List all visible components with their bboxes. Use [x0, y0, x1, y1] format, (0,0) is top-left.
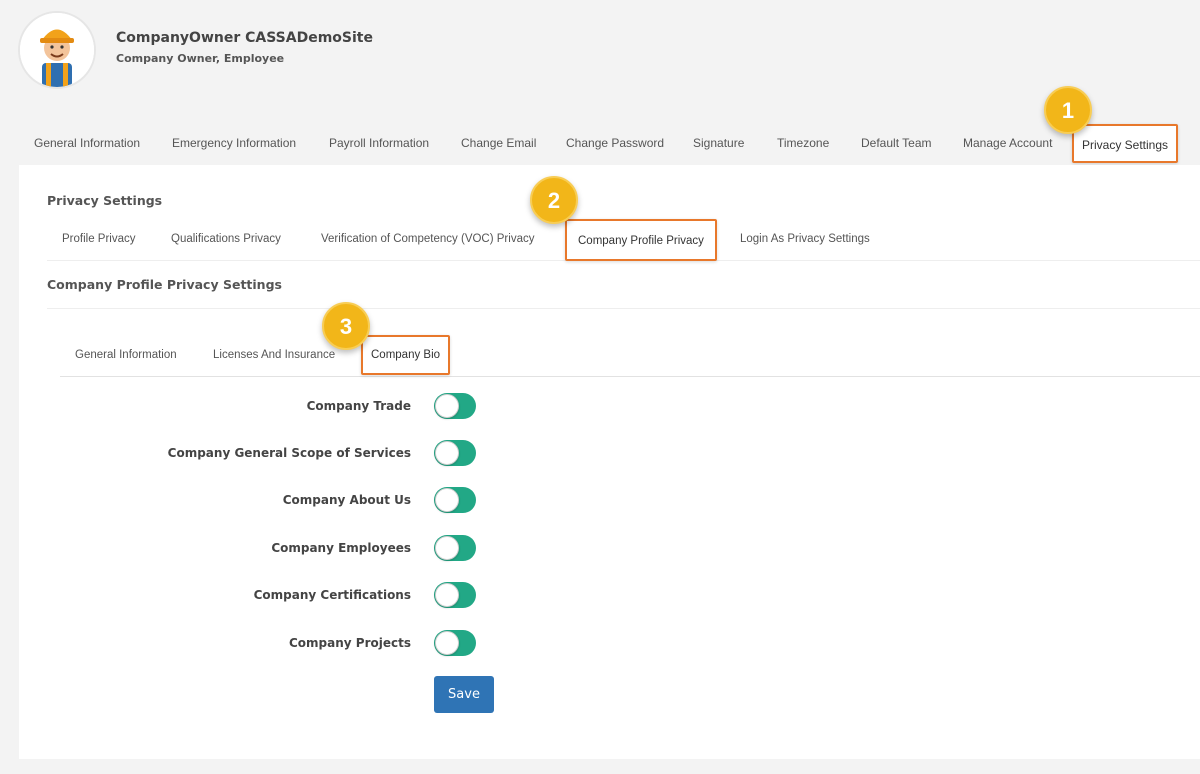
- tab-timezone[interactable]: Timezone: [777, 122, 829, 165]
- setting-label: Company Projects: [289, 636, 411, 650]
- privacy-sub-tabs: Profile Privacy Qualifications Privacy V…: [47, 217, 1200, 261]
- tab-company-bio[interactable]: Company Bio: [361, 335, 451, 375]
- company-profile-tabs: General Information Licenses And Insuran…: [60, 333, 1200, 377]
- privacy-settings-title: Privacy Settings: [47, 193, 163, 208]
- tab-login-as-privacy-settings[interactable]: Login As Privacy Settings: [740, 217, 870, 261]
- toggle-knob: [435, 583, 459, 607]
- toggle-knob: [435, 488, 459, 512]
- callout-badge-3: 3: [322, 302, 370, 350]
- setting-label: Company Employees: [271, 541, 411, 555]
- setting-company-trade: Company Trade: [19, 391, 519, 421]
- tab-privacy-settings[interactable]: Privacy Settings: [1072, 124, 1179, 163]
- company-certifications-toggle[interactable]: [434, 582, 476, 608]
- toggle-knob: [435, 631, 459, 655]
- profile-role: Company Owner, Employee: [116, 52, 285, 65]
- setting-label: Company General Scope of Services: [167, 446, 411, 460]
- tab-company-profile-privacy[interactable]: Company Profile Privacy: [565, 219, 717, 261]
- profile-text: CompanyOwner CASSADemoSite Company Owner…: [116, 30, 373, 65]
- toggle-knob: [435, 536, 459, 560]
- tab-qualifications-privacy[interactable]: Qualifications Privacy: [171, 217, 281, 261]
- toggle-knob: [435, 394, 459, 418]
- account-tabs: General Information Emergency Informatio…: [19, 122, 1200, 165]
- company-employees-toggle[interactable]: [434, 535, 476, 561]
- save-button[interactable]: Save: [434, 676, 494, 713]
- setting-label: Company About Us: [282, 493, 411, 507]
- tab-company-general-information[interactable]: General Information: [75, 333, 177, 377]
- callout-badge-1: 1: [1044, 86, 1092, 134]
- avatar[interactable]: [18, 11, 96, 89]
- company-trade-toggle[interactable]: [434, 393, 476, 419]
- profile-name: CompanyOwner CASSADemoSite: [116, 30, 373, 46]
- privacy-settings-panel: Privacy Settings Profile Privacy Qualifi…: [19, 165, 1200, 759]
- tab-default-team[interactable]: Default Team: [861, 122, 931, 165]
- tab-signature[interactable]: Signature: [693, 122, 744, 165]
- setting-company-projects: Company Projects: [19, 628, 519, 658]
- tab-emergency-information[interactable]: Emergency Information: [172, 122, 296, 165]
- tab-manage-account[interactable]: Manage Account: [963, 122, 1052, 165]
- company-about-us-toggle[interactable]: [434, 487, 476, 513]
- setting-company-about-us: Company About Us: [19, 485, 519, 515]
- company-profile-privacy-title: Company Profile Privacy Settings: [47, 277, 282, 292]
- setting-company-employees: Company Employees: [19, 533, 519, 563]
- toggle-knob: [435, 441, 459, 465]
- tab-voc-privacy[interactable]: Verification of Competency (VOC) Privacy: [321, 217, 534, 261]
- company-general-scope-toggle[interactable]: [434, 440, 476, 466]
- tab-change-email[interactable]: Change Email: [461, 122, 536, 165]
- construction-worker-avatar-icon: [20, 13, 94, 87]
- callout-badge-2: 2: [530, 176, 578, 224]
- section-divider: [47, 308, 1200, 309]
- tab-general-information[interactable]: General Information: [34, 122, 140, 165]
- setting-company-general-scope: Company General Scope of Services: [19, 438, 519, 468]
- setting-company-certifications: Company Certifications: [19, 580, 519, 610]
- tab-profile-privacy[interactable]: Profile Privacy: [62, 217, 136, 261]
- tab-change-password[interactable]: Change Password: [566, 122, 664, 165]
- tab-licenses-and-insurance[interactable]: Licenses And Insurance: [213, 333, 335, 377]
- tab-payroll-information[interactable]: Payroll Information: [329, 122, 429, 165]
- setting-label: Company Certifications: [253, 588, 411, 602]
- setting-label: Company Trade: [306, 399, 411, 413]
- company-projects-toggle[interactable]: [434, 630, 476, 656]
- profile-header: CompanyOwner CASSADemoSite Company Owner…: [18, 10, 373, 90]
